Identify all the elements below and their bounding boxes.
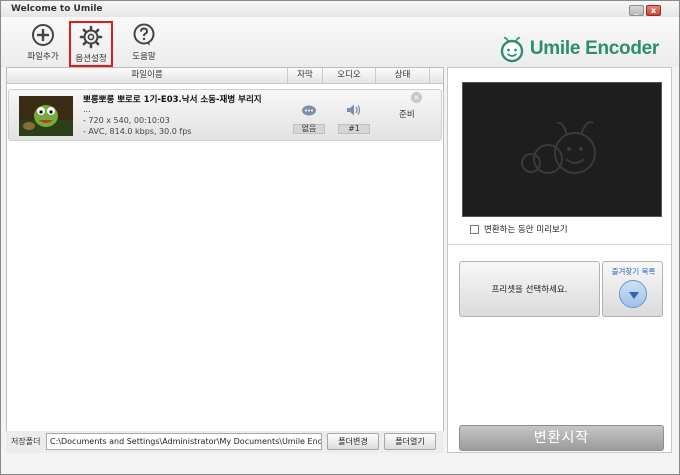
right-panel: 변환하는 동안 미리보기 프리셋을 선택하세요. 즐겨찾기 목록 변환시작 [447,67,672,453]
title-bar[interactable]: Welcome to Umile _ x [1,1,679,17]
file-list-header: 파일이름 자막 오디오 상태 [7,68,443,84]
brand-logo: Umile Encoder [498,35,659,63]
remove-file-icon[interactable]: × [411,92,422,103]
preview-placeholder-icon [521,121,596,174]
column-subtitle[interactable]: 자막 [288,68,323,84]
help-button[interactable]: 도움말 [122,21,166,67]
change-folder-button[interactable]: 폴더변경 [327,433,379,450]
preview-checkbox-label: 변환하는 동안 미리보기 [484,225,568,235]
checkbox-box[interactable] [470,224,479,234]
plus-circle-icon [32,24,54,46]
options-label: 옵션설정 [75,54,107,64]
dropdown-arrow-icon[interactable] [619,280,647,308]
file-row[interactable]: 뽀롱뽀롱 뽀로로 1기-E03.낙서 소동-재병 부리지 ... - 720 x… [8,89,442,141]
subtitle-icon[interactable] [301,105,317,120]
favorites-list-button[interactable]: 즐겨찾기 목록 [602,261,663,317]
close-button[interactable]: x [646,5,661,16]
preview-screen [462,82,662,217]
column-audio[interactable]: 오디오 [323,68,376,84]
save-folder-bar: 저장폴더 C:\Documents and Settings\Administr… [6,431,444,453]
favorites-label: 즐겨찾기 목록 [611,267,656,276]
logo-text: Umile Encoder [529,38,659,59]
file-codec: - AVC, 814.0 kbps, 30.0 fps [83,127,192,136]
add-file-label: 파일추가 [27,52,59,62]
file-status: 준비 [399,110,415,120]
speaker-icon[interactable] [346,103,362,120]
subtitle-value[interactable]: 없음 [293,124,325,134]
minimize-button[interactable]: _ [629,5,644,16]
save-folder-path-field[interactable]: C:\Documents and Settings\Administrator\… [46,433,322,450]
gear-icon [79,25,103,49]
options-button[interactable]: 옵션설정 [69,21,113,67]
file-list-panel: 파일이름 자막 오디오 상태 뽀롱뽀롱 뽀로로 1기-E03.낙서 소동-재병 … [6,67,444,453]
toolbar: 파일추가 옵션설정 도움말 Umile Encoder [1,17,679,67]
divider [448,244,671,245]
bee-logo-icon [500,37,524,63]
help-icon [133,23,155,46]
column-filename[interactable]: 파일이름 [7,68,288,84]
file-name-overflow: ... [83,105,91,114]
select-preset-button[interactable]: 프리셋을 선택하세요. [459,261,600,317]
app-window: Welcome to Umile _ x 파일추가 옵션설정 도움말 Umile… [0,0,680,475]
start-conversion-button[interactable]: 변환시작 [459,425,664,451]
open-folder-button[interactable]: 폴더열기 [384,433,436,450]
add-file-button[interactable]: 파일추가 [21,21,65,67]
preview-while-converting-checkbox[interactable]: 변환하는 동안 미리보기 [470,223,568,235]
column-status[interactable]: 상태 [376,68,430,84]
help-label: 도움말 [132,52,156,62]
save-folder-label: 저장폴더 [11,437,41,446]
file-name: 뽀롱뽀롱 뽀로로 1기-E03.낙서 소동-재병 부리지 [83,95,262,105]
file-resolution: - 720 x 540, 00:10:03 [83,116,170,125]
window-title: Welcome to Umile [11,4,103,14]
audio-track-value[interactable]: #1 [338,124,370,134]
video-thumbnail [19,96,73,136]
window-controls: _ x [629,5,661,16]
